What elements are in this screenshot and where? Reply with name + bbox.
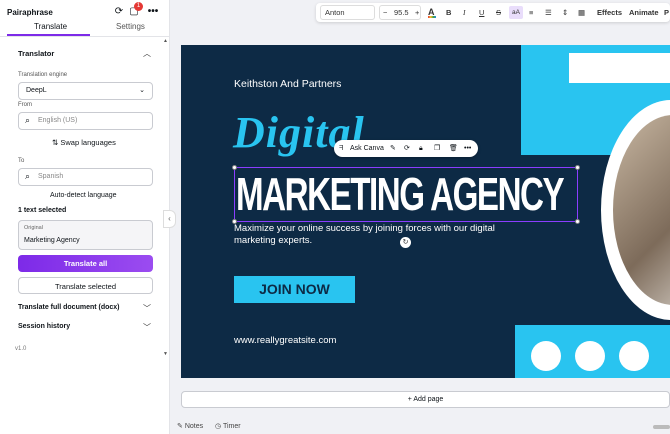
trash-icon[interactable]: 🗑︎ [449,140,458,157]
underline-icon[interactable]: U [479,3,484,22]
duplicate-icon[interactable]: ❐ [434,140,440,157]
collapse-panel-button[interactable]: ‹ [163,210,176,228]
original-text-box: Original Marketing Agency [18,220,153,250]
original-value: Marketing Agency [24,237,80,244]
list-icon[interactable]: ☰ [545,3,552,22]
website-url[interactable]: www.reallygreatsite.com [234,335,336,346]
strikethrough-icon[interactable]: S [496,3,501,22]
animate-button[interactable]: Animate [629,3,659,22]
text-color-icon[interactable]: A [428,3,436,22]
font-size-value[interactable]: 95.5 [394,6,409,19]
tab-divider [0,36,170,37]
effects-button[interactable]: Effects [597,3,622,22]
spacing-icon[interactable]: ⇕ [562,3,568,22]
white-block-top [569,53,670,83]
magic-edit-icon[interactable]: ✎ [390,140,396,157]
font-size-stepper[interactable]: − 95.5 + [379,5,421,20]
chevron-up-icon[interactable]: ︿ [143,48,151,59]
engine-label: Translation engine [18,72,68,78]
join-now-cta[interactable]: JOIN NOW [234,276,355,303]
dot-2 [575,341,605,371]
tab-settings[interactable]: Settings [116,22,145,31]
refresh-icon[interactable]: ⟳ [404,140,410,157]
position-button[interactable]: P [664,3,669,22]
to-language-input[interactable]: ⌕ Spanish [18,168,153,186]
pairaphrase-panel: Pairaphrase ⟳ ▢ 1 ••• Translate Settings… [0,0,170,434]
italic-icon[interactable]: I [463,3,466,22]
company-name[interactable]: Keithston And Partners [234,78,341,90]
panel-scrollbar[interactable]: ▲ ▼ [163,38,168,358]
session-history-section[interactable]: Session history [18,323,70,330]
timer-icon: ◷ [215,423,222,430]
bold-icon[interactable]: B [446,3,451,22]
search-icon: ⌕ [25,115,31,125]
ask-canva-button[interactable]: Ask Canva [350,140,384,157]
increase-size-button[interactable]: + [415,6,419,19]
tab-translate[interactable]: Translate [34,22,67,31]
zoom-slider[interactable] [653,425,670,429]
case-icon[interactable]: aA [509,6,523,19]
notes-button[interactable]: ✎ Notes [177,422,203,430]
from-label: From [18,102,32,108]
search-icon: ⌕ [25,171,31,181]
decrease-size-button[interactable]: − [383,6,387,19]
dot-3 [619,341,649,371]
add-page-button[interactable]: + Add page [181,391,670,408]
chevron-down-icon[interactable]: ﹀ [143,322,151,333]
from-placeholder: English (US) [38,117,78,124]
full-document-section[interactable]: Translate full document (docx) [18,304,120,311]
auto-detect-label: Auto-detect language [50,192,117,199]
floating-toolbar: ᖷ Ask Canva ✎ ⟳ 🔒︎ ❐ 🗑︎ ••• [334,140,478,157]
version-label: v1.0 [15,346,27,352]
transparency-icon[interactable]: ▦ [578,3,585,22]
translate-all-button[interactable]: Translate all [18,255,153,272]
dot-1 [531,341,561,371]
notification-badge: 1 [134,2,143,11]
text-toolbar: Anton − 95.5 + A B I U S aA ≡ ☰ ⇕ ▦ Effe… [316,3,670,22]
to-label: To [18,158,25,164]
design-canvas[interactable]: Keithston And Partners Digital MARKETING… [181,45,670,378]
engine-value: DeepL [26,87,47,94]
notes-icon: ✎ [177,423,183,430]
selected-count: 1 text selected [18,207,67,214]
timer-label: Timer [222,423,241,430]
translator-heading: Translator [18,49,55,58]
translate-selected-button[interactable]: Translate selected [18,277,153,294]
chevron-down-icon: ⌄ [139,87,145,94]
lock-icon[interactable]: 🔒︎ [419,140,423,157]
swap-icon: ⇅ [52,138,59,147]
more-icon[interactable]: ••• [464,140,471,157]
refresh-icon[interactable]: ⟳ [112,5,126,19]
swap-label: Swap languages [60,138,116,147]
to-placeholder: Spanish [38,173,64,180]
tagline-text[interactable]: Maximize your online success by joining … [234,223,534,247]
notes-label: Notes [184,423,204,430]
font-selector[interactable]: Anton [320,5,375,20]
app-title: Pairaphrase [7,8,53,17]
from-language-input[interactable]: ⌕ English (US) [18,112,153,130]
ask-canva-icon[interactable]: ᖷ [339,140,343,157]
swap-languages-button[interactable]: ⇅ Swap languages [52,138,116,147]
chevron-down-icon[interactable]: ﹀ [143,303,151,314]
original-label: Original [24,225,43,231]
engine-select[interactable]: DeepL ⌄ [18,82,153,100]
timer-button[interactable]: ◷ Timer [215,422,241,430]
rotate-handle-icon[interactable]: ↻ [400,237,411,248]
align-icon[interactable]: ≡ [529,3,533,22]
more-icon[interactable]: ••• [146,5,160,19]
selection-box[interactable] [232,165,580,224]
